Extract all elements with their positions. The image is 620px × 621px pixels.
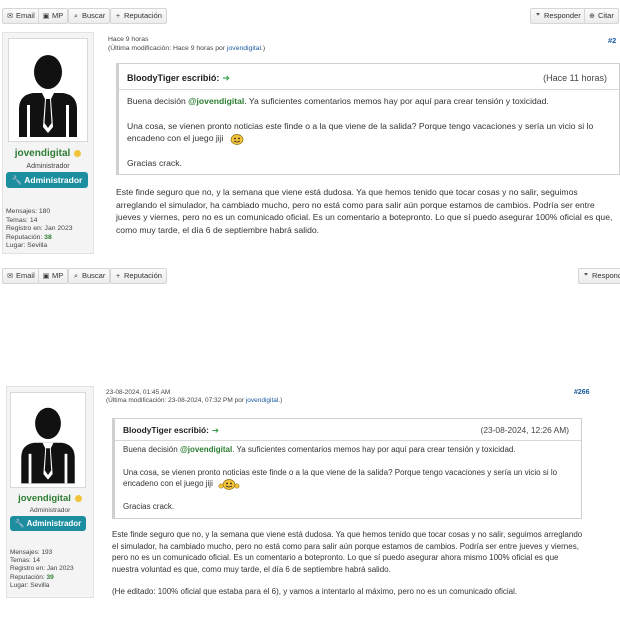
modified-user-link[interactable]: jovendigital: [246, 397, 279, 404]
user-silhouette-icon: [21, 407, 75, 484]
quote-date: (23-08-2024, 12:26 AM): [480, 425, 569, 435]
quote-paragraph: Buena decisión @jovendigital. Ya suficie…: [123, 445, 516, 454]
wrench-icon: 🔧: [14, 519, 25, 528]
stat-mensajes: Mensajes: 193: [10, 549, 53, 556]
post-modified: (Última modificación: 23-08-2024, 07:32 …: [106, 397, 283, 404]
quote-block: BloodyTiger escribió: ➔ (23-08-2024, 12:2…: [112, 418, 582, 519]
post-meta: 23-08-2024, 01:45 AM (Última modificació…: [106, 389, 282, 405]
user-stats: Mensajes: 193 Temas: 14 Registro en: Jan…: [10, 549, 74, 590]
quote-body: Buena decisión @jovendigital. Ya suficie…: [123, 444, 573, 513]
stat-reputacion: Reputación: 39: [10, 573, 54, 581]
online-status-icon: [74, 494, 82, 502]
quote-paragraph: Gracias crack.: [123, 502, 175, 512]
stat-temas: Temas: 14: [10, 557, 40, 565]
stat-registro: Registro en: Jan 2023: [10, 565, 74, 573]
post-date: 23-08-2024, 01:45 AM: [106, 389, 171, 396]
go-to-quote-icon[interactable]: ➔: [212, 425, 219, 435]
stat-lugar: Lugar: Sevilla: [10, 581, 50, 589]
mention-link[interactable]: @jovendigital: [180, 445, 232, 454]
smiley-icon: [218, 479, 240, 491]
divider: [115, 440, 581, 441]
user-role: Administrador: [29, 507, 71, 514]
admin-badge: 🔧 Administrador: [10, 516, 86, 531]
quote-header: BloodyTiger escribió: ➔ (23-08-2024, 12:2…: [123, 425, 575, 435]
post-2: jovendigital Administrador 🔧 Administrad…: [0, 0, 620, 621]
post-body: Este finde seguro que no, y la semana qu…: [112, 530, 583, 574]
quote-author: BloodyTiger escribió:: [123, 425, 209, 435]
post-body-edit-note: (He editado: 100% oficial que estaba par…: [112, 587, 518, 596]
quote-paragraph: Una cosa, se vienen pronto noticias este…: [123, 467, 558, 491]
post-number-link[interactable]: #266: [574, 389, 590, 396]
avatar: [10, 392, 86, 488]
username[interactable]: jovendigital: [6, 493, 94, 504]
